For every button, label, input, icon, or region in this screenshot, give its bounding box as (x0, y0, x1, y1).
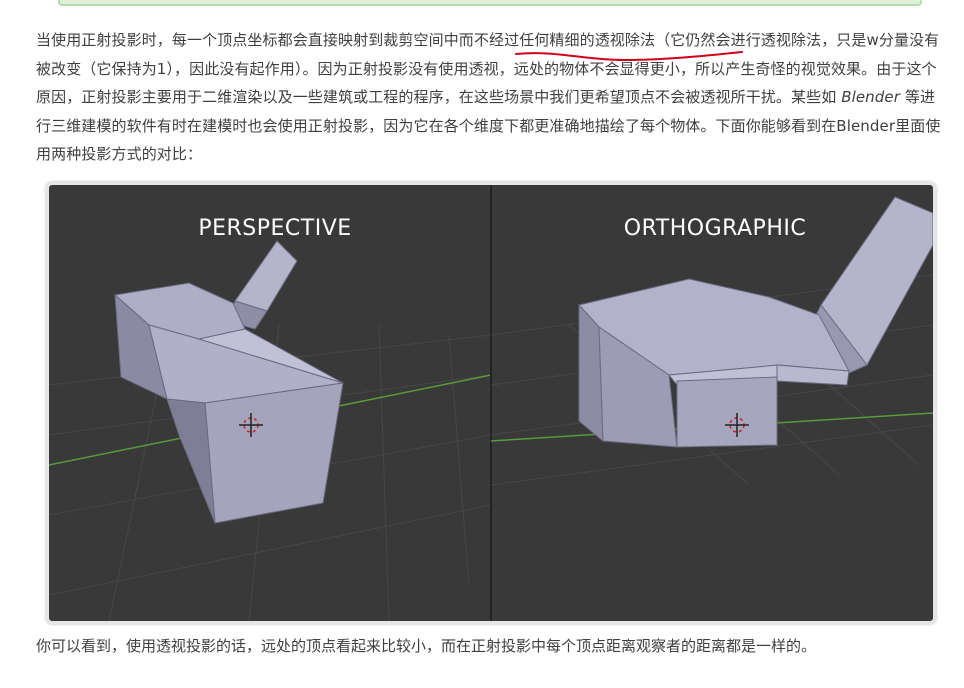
figure-caption: 你可以看到，使用透视投影的话，远处的顶点看起来比较小，而在正射投影中每个顶点距离… (36, 637, 817, 655)
info-box-edge (58, 0, 922, 6)
paragraph-emphasis-blender: Blender (841, 88, 900, 106)
body-paragraph: 当使用正射投影时，每一个顶点坐标都会直接映射到裁剪空间中而不经过任何精细的透视除… (36, 26, 948, 169)
blender-viewports: PERSPECTIVE ORTHOGRAPHIC (49, 185, 933, 621)
perspective-mesh (113, 240, 344, 524)
paragraph-text-1: 当使用正射投影时，每一个顶点坐标都会直接映射到裁剪空间中而不经过任何精细的透视除… (36, 31, 940, 106)
perspective-title: PERSPECTIVE (198, 216, 351, 241)
handwritten-underline (515, 51, 743, 62)
orthographic-title: ORTHOGRAPHIC (624, 216, 806, 241)
projection-comparison-figure: PERSPECTIVE ORTHOGRAPHIC (46, 182, 936, 624)
